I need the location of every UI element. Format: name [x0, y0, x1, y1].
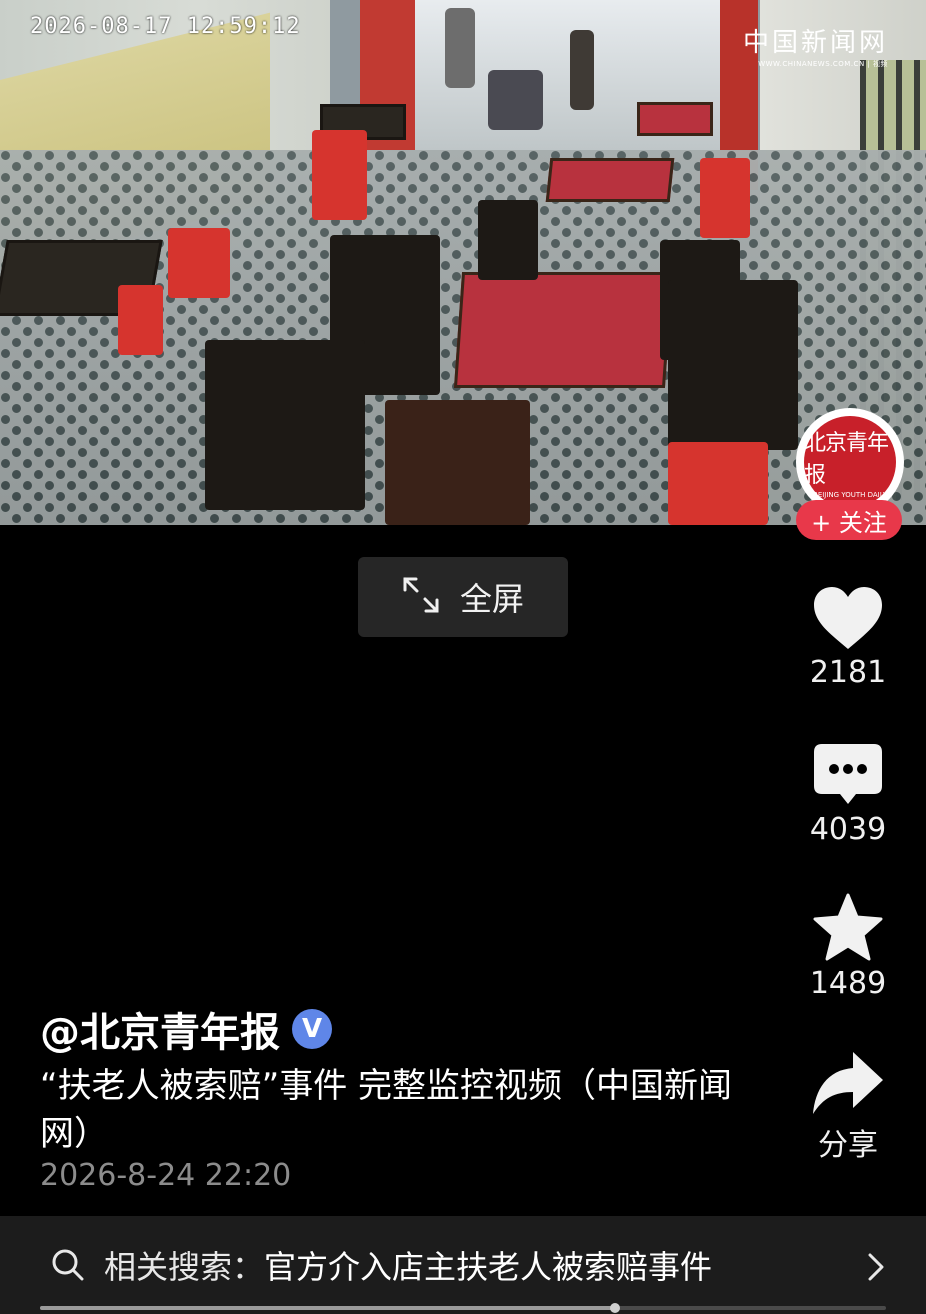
favorite-count: 1489 — [809, 966, 887, 1001]
watermark-subtitle: WWW.CHINANEWS.COM.CN | 视频 — [758, 60, 888, 68]
comment-action[interactable]: 4039 — [798, 742, 898, 847]
video-scene-table — [637, 102, 713, 136]
fullscreen-button[interactable]: 全屏 — [358, 557, 568, 637]
video-scene-chair — [205, 340, 365, 510]
related-search-bar[interactable]: 相关搜索： 官方介入店主扶老人被索赔事件 — [0, 1216, 926, 1314]
chevron-right-icon — [866, 1252, 886, 1286]
author-name[interactable]: @北京青年报 — [40, 1000, 280, 1058]
related-search-label: 相关搜索： — [104, 1248, 265, 1286]
like-action[interactable]: 2181 — [798, 585, 898, 690]
avatar-logo-text: 北京青年报 — [804, 431, 889, 488]
share-label: 分享 — [818, 1128, 878, 1163]
watermark-title: 中国新闻网 — [742, 28, 888, 58]
follow-button[interactable]: + 关注 — [796, 500, 902, 540]
expand-icon — [402, 576, 440, 618]
avatar-logo: 北京青年报 BEIJING YOUTH DAILY — [804, 416, 896, 508]
video-progress-bar[interactable] — [40, 1303, 886, 1313]
video-scene-person — [570, 30, 594, 110]
video-scene-chair — [385, 400, 530, 525]
video-scene-stool — [668, 442, 768, 525]
search-icon — [50, 1247, 86, 1283]
fullscreen-label: 全屏 — [459, 580, 524, 618]
video-frame[interactable]: 2026-08-17 12:59:12 中国新闻网 WWW.CHINANEWS.… — [0, 0, 926, 525]
author-row: @北京青年报 V — [40, 1000, 332, 1058]
like-count: 2181 — [809, 655, 887, 690]
share-action[interactable]: 分享 — [798, 1048, 898, 1164]
verified-badge-icon: V — [292, 1009, 332, 1049]
favorite-action[interactable]: 1489 — [798, 892, 898, 1001]
share-arrow-icon — [798, 1048, 898, 1116]
video-scene-table — [545, 158, 675, 202]
related-search-query: 官方介入店主扶老人被索赔事件 — [264, 1248, 713, 1286]
post-caption[interactable]: “扶老人被索赔”事件 完整监控视频（中国新闻网） — [40, 1062, 740, 1158]
video-scene-stool — [312, 130, 367, 220]
video-progress-fill — [40, 1306, 616, 1310]
video-scene-stool — [118, 285, 163, 355]
comment-icon — [798, 742, 898, 808]
account-avatar-group: 北京青年报 BEIJING YOUTH DAILY + 关注 — [796, 408, 904, 540]
video-scene-stool — [700, 158, 750, 238]
video-scene-chair — [668, 280, 798, 450]
comment-count: 4039 — [809, 812, 887, 847]
heart-icon — [798, 585, 898, 651]
avatar-logo-subtext: BEIJING YOUTH DAILY — [813, 491, 887, 499]
star-icon — [798, 892, 898, 962]
video-timestamp: 2026-08-17 12:59:12 — [30, 14, 301, 39]
video-scene-stool — [168, 228, 230, 298]
video-scene-table — [453, 272, 674, 388]
video-scene-chair — [478, 200, 538, 280]
post-date: 2026-8-24 22:20 — [40, 1158, 292, 1193]
video-scene-person — [445, 8, 475, 88]
video-scene-person — [488, 70, 543, 130]
video-watermark: 中国新闻网 WWW.CHINANEWS.COM.CN | 视频 — [743, 22, 888, 69]
